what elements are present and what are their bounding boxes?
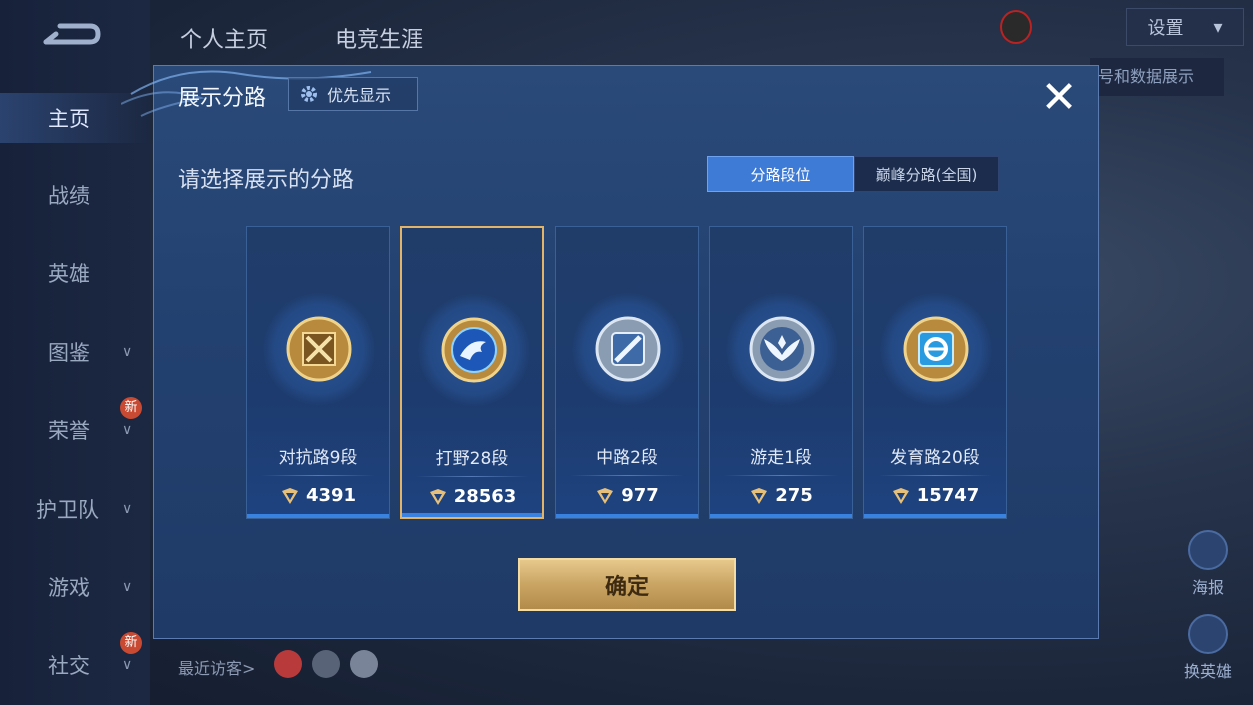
mid-lane-icon [595, 316, 661, 382]
sidebar-item-guard[interactable]: 护卫队 ∨ [0, 484, 150, 534]
lane-name: 打野28段 [435, 449, 509, 469]
lane-score: 977 [556, 485, 698, 506]
poster-button[interactable]: 海报 [1180, 530, 1236, 598]
settings-button[interactable]: 设置 ▾ [1126, 8, 1244, 46]
confirm-button[interactable]: 确定 [518, 558, 736, 611]
sidebar-item-label: 护卫队 [36, 498, 99, 522]
priority-display-button[interactable]: 优先显示 [288, 77, 418, 111]
visitor-avatar[interactable] [312, 650, 340, 678]
lane-name: 发育路20段 [890, 448, 980, 468]
chevron-down-icon: ∨ [122, 579, 133, 595]
recent-visitors-link[interactable]: 最近访客> [178, 655, 255, 679]
dialog-title: 展示分路 [178, 86, 267, 111]
lane-card-mid[interactable]: 中路2段 977 [555, 226, 699, 519]
lane-mode-toggle: 分路段位 巅峰分路(全国) [707, 156, 999, 192]
lane-score: 275 [710, 485, 852, 506]
tab-profile[interactable]: 个人主页 [180, 22, 268, 54]
poster-label: 海报 [1191, 578, 1224, 597]
divider [724, 475, 838, 476]
farm-lane-icon [903, 316, 969, 382]
card-bottom-bar [247, 514, 389, 518]
back-arrow-icon[interactable] [40, 20, 102, 52]
sidebar-item-honor[interactable]: 荣誉 ∨ 新 [0, 397, 150, 455]
visitor-avatar[interactable] [350, 650, 378, 678]
roam-wings-icon [749, 316, 815, 382]
sidebar-item-heroes[interactable]: 英雄 [0, 248, 150, 298]
score-value: 28563 [453, 486, 517, 507]
power-points-icon [892, 487, 909, 504]
card-bottom-bar [402, 513, 542, 517]
score-value: 977 [621, 485, 659, 506]
score-value: 4391 [305, 485, 357, 506]
sidebar-item-label: 英雄 [48, 262, 90, 286]
new-badge: 新 [120, 632, 142, 654]
score-value: 15747 [916, 485, 980, 506]
poster-icon [1188, 530, 1228, 570]
chevron-down-icon: ∨ [122, 344, 133, 360]
power-points-icon [751, 487, 768, 504]
chevron-down-icon: ∨ [122, 657, 133, 673]
divider [261, 475, 375, 476]
chevron-down-icon: ∨ [122, 501, 133, 517]
sidebar-item-label: 荣誉 [48, 419, 90, 443]
lane-score: 15747 [864, 485, 1006, 506]
sidebar-item-social[interactable]: 社交 ∨ 新 [0, 632, 150, 690]
gear-icon [301, 86, 317, 102]
power-points-icon [281, 487, 298, 504]
settings-label: 设置 [1147, 18, 1184, 39]
lane-name: 游走1段 [750, 448, 812, 468]
lane-card-roam[interactable]: 游走1段 275 [709, 226, 853, 519]
lane-card-jungle[interactable]: 打野28段 28563 [400, 226, 544, 519]
sidebar-item-home[interactable]: 主页 [0, 93, 150, 143]
chevron-down-icon: ▾ [1213, 16, 1223, 38]
switch-hero-label: 换英雄 [1183, 662, 1232, 681]
sidebar-item-label: 战绩 [48, 184, 90, 208]
lane-display-dialog: 展示分路 优先显示 ✕ 请选择展示的分路 分路段位 巅峰分路(全国) 对抗路9段… [121, 65, 1099, 639]
divider [416, 476, 528, 477]
tab-peak-lane-national[interactable]: 巅峰分路(全国) [854, 156, 999, 192]
sidebar-item-record[interactable]: 战绩 [0, 170, 150, 220]
chevron-down-icon: ∨ [122, 422, 133, 438]
power-points-icon [429, 488, 446, 505]
sidebar-item-label: 图鉴 [48, 341, 90, 365]
dialog-subtitle: 请选择展示的分路 [178, 168, 355, 193]
vip-avatar-icon[interactable] [1000, 10, 1032, 44]
card-bottom-bar [864, 514, 1006, 518]
lane-card-farm[interactable]: 发育路20段 15747 [863, 226, 1007, 519]
confirm-label: 确定 [604, 574, 649, 600]
sidebar-item-label: 主页 [48, 107, 90, 131]
priority-display-label: 优先显示 [327, 86, 392, 105]
jungle-dragon-icon [441, 317, 507, 383]
lane-card-clash[interactable]: 对抗路9段 4391 [246, 226, 390, 519]
lane-score: 4391 [247, 485, 389, 506]
tab-esports-career[interactable]: 电竞生涯 [335, 22, 423, 54]
sidebar-item-label: 游戏 [48, 576, 90, 600]
sidebar-item-label: 社交 [48, 654, 90, 678]
lane-name: 对抗路9段 [278, 448, 358, 468]
divider [570, 475, 684, 476]
switch-hero-button[interactable]: 换英雄 [1180, 614, 1236, 682]
sidebar-item-games[interactable]: 游戏 ∨ [0, 562, 150, 612]
score-value: 275 [775, 485, 813, 506]
clash-lane-sword-icon [286, 316, 352, 382]
new-badge: 新 [120, 397, 142, 419]
tab-lane-rank[interactable]: 分路段位 [707, 156, 854, 192]
lane-score: 28563 [402, 486, 542, 507]
card-bottom-bar [710, 514, 852, 518]
card-bottom-bar [556, 514, 698, 518]
switch-hero-icon [1188, 614, 1228, 654]
divider [878, 475, 992, 476]
sidebar: 主页 战绩 英雄 图鉴 ∨ 荣誉 ∨ 新 护卫队 ∨ 游戏 ∨ 社交 ∨ 新 [0, 0, 150, 705]
lane-name: 中路2段 [596, 448, 658, 468]
power-points-icon [597, 487, 614, 504]
close-icon[interactable]: ✕ [1036, 76, 1082, 122]
visitor-avatar[interactable] [274, 650, 302, 678]
sidebar-item-codex[interactable]: 图鉴 ∨ [0, 327, 150, 377]
data-display-hint: 号和数据展示 [1090, 58, 1224, 96]
